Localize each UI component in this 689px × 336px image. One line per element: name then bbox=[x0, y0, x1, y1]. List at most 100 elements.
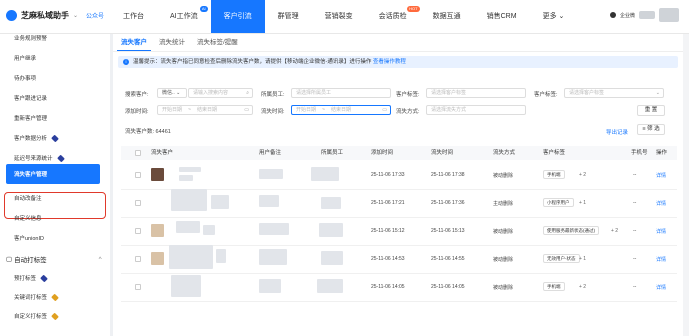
top-nav-item[interactable]: 更多 ⌄ bbox=[530, 0, 578, 33]
sidebar-item[interactable]: 待办事项 bbox=[14, 74, 36, 82]
customer-tag-select[interactable]: 请选择客户标签 bbox=[426, 88, 526, 98]
top-nav-item[interactable]: 数据互通 bbox=[420, 0, 474, 33]
redacted-content bbox=[317, 279, 343, 293]
more-tags-count[interactable]: + 2 bbox=[579, 172, 586, 178]
client-tag-select[interactable]: 请选择客户标签 ⌄ bbox=[564, 88, 664, 98]
redacted-content bbox=[169, 245, 213, 269]
tab-lost-stats[interactable]: 流失统计 bbox=[155, 34, 189, 51]
detail-link[interactable]: 详情 bbox=[656, 172, 666, 179]
page-scrollbar[interactable] bbox=[683, 34, 689, 336]
lost-method-cell: 被动删除 bbox=[493, 285, 514, 291]
sidebar-item[interactable]: 自定义打标签 bbox=[14, 312, 59, 320]
more-tags-count[interactable]: + 1 bbox=[579, 200, 586, 206]
sidebar-item-label: 客户跟进记录 bbox=[14, 96, 48, 102]
premium-gem-icon bbox=[56, 154, 65, 162]
top-nav: 工作台 AI工作流 AI 客户引流 群管理 营销裂变 会话质检 HOT 数据互通 销售CRM 更多 … bbox=[110, 0, 577, 33]
lost-start-date: 开始日期 bbox=[296, 107, 317, 113]
add-end-date: 结束日期 bbox=[196, 107, 217, 113]
sidebar-item-label: 关键词打标签 bbox=[14, 295, 48, 301]
more-tags-count[interactable]: + 2 bbox=[579, 284, 586, 290]
sidebar-item[interactable]: 预打标签 bbox=[14, 274, 48, 282]
search-icon: ⌕ bbox=[246, 90, 249, 96]
filter-button[interactable]: ≡ 筛 选 bbox=[637, 124, 665, 135]
lost-time-range[interactable]: 开始日期 ~ 结束日期 ▭ bbox=[291, 105, 391, 115]
detail-link[interactable]: 详情 bbox=[656, 200, 666, 207]
sidebar-item[interactable]: 流失客户管理 bbox=[6, 164, 100, 184]
sidebar-item[interactable]: 客户跟进记录 bbox=[14, 94, 47, 102]
row-checkbox[interactable] bbox=[135, 200, 141, 206]
top-nav-label: 销售CRM bbox=[486, 13, 517, 20]
sidebar-item[interactable]: 重新客户管理 bbox=[14, 114, 47, 122]
sidebar-item-label: 自动改备注 bbox=[14, 196, 42, 202]
client-tag-label: 客户标签: bbox=[534, 92, 558, 98]
add-time-range[interactable]: 开始日期 ~ 结束日期 ▭ bbox=[157, 105, 253, 115]
sidebar-item[interactable]: 自动改备注 bbox=[14, 194, 42, 202]
detail-link[interactable]: 详情 bbox=[656, 256, 666, 263]
phone-cell: -- bbox=[633, 200, 637, 206]
tab-lost-tag-reminder[interactable]: 流失标签/提醒 bbox=[193, 34, 242, 51]
avatar[interactable] bbox=[659, 8, 679, 22]
redacted-content bbox=[259, 195, 279, 207]
row-checkbox[interactable] bbox=[135, 256, 141, 262]
filter-icon: ≡ bbox=[642, 126, 646, 132]
row-checkbox[interactable] bbox=[135, 228, 141, 234]
sidebar: 业务规则预警 用户继承待办事项客户跟进记录 重新客户管理客户数据分析 延迟号来源统计流… bbox=[0, 34, 110, 336]
top-nav-item[interactable]: 客户引流 bbox=[210, 0, 265, 33]
user-label[interactable]: 企业微 bbox=[620, 12, 635, 19]
top-nav-item[interactable]: 销售CRM bbox=[474, 0, 530, 33]
top-nav-item[interactable]: 工作台 bbox=[110, 0, 157, 33]
sidebar-item[interactable]: 关键词打标签 bbox=[14, 293, 59, 301]
brand[interactable]: 芝麻私域助手 ⌄ 公众号 bbox=[6, 10, 104, 21]
more-tags-count[interactable]: + 2 bbox=[611, 228, 618, 234]
lost-method-label: 流失方式: bbox=[396, 109, 420, 115]
top-nav-item[interactable]: 群管理 bbox=[265, 0, 312, 33]
redacted-content bbox=[176, 221, 200, 233]
more-tags-count[interactable]: + 1 bbox=[579, 256, 586, 262]
export-records-link[interactable]: 导出记录 bbox=[606, 128, 628, 136]
sidebar-item[interactable]: 业务规则预警 bbox=[14, 34, 47, 42]
top-nav-item[interactable]: AI工作流 AI bbox=[157, 0, 211, 33]
chevron-down-icon: ⌄ bbox=[655, 90, 660, 96]
redacted-content bbox=[216, 249, 226, 263]
search-input[interactable]: 请输入搜索内容 ⌕ bbox=[188, 88, 253, 98]
sidebar-item[interactable]: 客户unionID bbox=[14, 234, 44, 242]
lost-time-cell: 25-11-06 14:55 bbox=[431, 256, 465, 262]
brand-logo-icon bbox=[6, 10, 17, 21]
table-row: 25-11-06 17:21 25-11-06 17:36 主动删除 -- 小程序用户 +… bbox=[121, 189, 677, 218]
chevron-down-icon: ⌄ bbox=[73, 13, 79, 19]
reset-button[interactable]: 重 置 bbox=[637, 105, 665, 116]
sidebar-item-label: 流失客户管理 bbox=[14, 172, 48, 178]
info-icon: i bbox=[123, 58, 129, 65]
detail-link[interactable]: 详情 bbox=[656, 228, 666, 235]
detail-link[interactable]: 详情 bbox=[656, 284, 666, 291]
select-all-checkbox[interactable] bbox=[135, 150, 141, 156]
row-checkbox[interactable] bbox=[135, 284, 141, 290]
top-nav-item[interactable]: 会话质检 HOT bbox=[366, 0, 420, 33]
nav-badge: HOT bbox=[407, 6, 420, 12]
sidebar-item[interactable]: 延迟号来源统计 bbox=[14, 154, 65, 162]
account-tag[interactable]: 公众号 bbox=[86, 11, 104, 20]
range-separator: ~ bbox=[188, 107, 191, 113]
staff-select[interactable]: 请选择所属员工 bbox=[291, 88, 391, 98]
lost-method-select[interactable]: 请选择流失方式 bbox=[426, 105, 526, 115]
lost-time-cell: 25-11-06 17:36 bbox=[431, 200, 465, 206]
row-checkbox[interactable] bbox=[135, 172, 141, 178]
notice-link[interactable]: 查看操作教程 bbox=[373, 59, 406, 65]
sidebar-item[interactable]: 自定义信息 bbox=[14, 214, 42, 222]
sidebar-item-label: 客户unionID bbox=[14, 236, 44, 242]
sidebar-item[interactable]: 用户继承 bbox=[14, 54, 36, 62]
col-user-remark: 用户备注 bbox=[259, 150, 282, 156]
lost-customer-count: 流失客户数: 64461 bbox=[125, 129, 171, 135]
main-content: 流失客户 流失统计 流失标签/提醒 i 温馨提示：流失客户指已同意检查后删除流失客… bbox=[113, 34, 683, 336]
premium-gem-icon bbox=[40, 274, 48, 282]
search-type-select[interactable]: 微信.. ⌄ bbox=[157, 88, 187, 98]
brand-name: 芝麻私域助手 bbox=[21, 11, 69, 20]
staff-placeholder: 请选择所属员工 bbox=[296, 90, 332, 96]
tab-lost-customers[interactable]: 流失客户 bbox=[117, 34, 151, 51]
sidebar-item[interactable]: ▢ 自动打标签 ^ bbox=[6, 254, 102, 265]
user-name-blurred bbox=[639, 11, 655, 19]
top-bar: 芝麻私域助手 ⌄ 公众号 工作台 AI工作流 AI 客户引流 群管理 营销裂变 会话质检 HO… bbox=[0, 0, 689, 34]
sidebar-item[interactable]: 客户数据分析 bbox=[14, 134, 59, 142]
customer-tag-chip: 使用服务最新状态(通过) bbox=[543, 226, 599, 235]
top-nav-item[interactable]: 营销裂变 bbox=[312, 0, 366, 33]
